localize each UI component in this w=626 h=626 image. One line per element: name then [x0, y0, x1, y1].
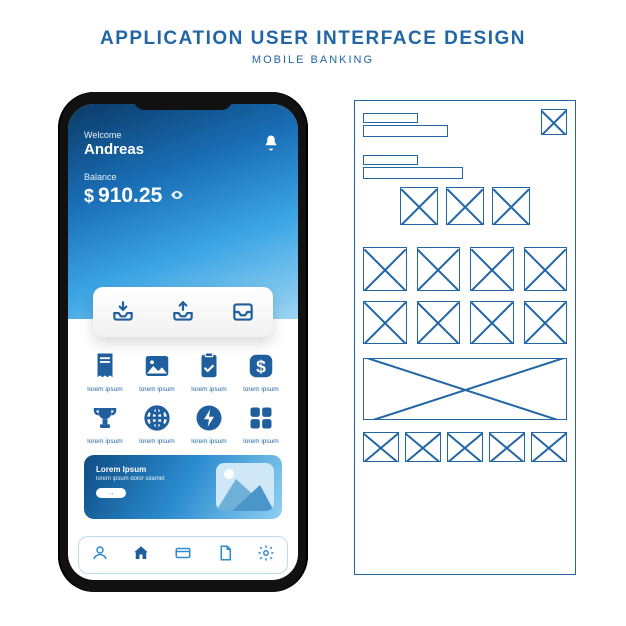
welcome-label: Welcome — [84, 130, 282, 140]
user-icon — [91, 544, 109, 562]
image-icon — [140, 349, 174, 383]
wire-tile — [417, 247, 461, 291]
bottom-nav — [78, 536, 288, 574]
tile-receipt[interactable]: lorem ipsum — [82, 349, 128, 393]
tile-label: lorem ipsum — [87, 438, 122, 445]
wire-tile — [363, 301, 407, 345]
wire-bell — [541, 109, 567, 135]
tile-trophy[interactable]: lorem ipsum — [82, 401, 128, 445]
tile-label: lorem ipsum — [191, 386, 226, 393]
gear-icon — [257, 544, 275, 562]
bell-icon[interactable] — [262, 134, 280, 157]
clipboard-icon — [192, 349, 226, 383]
globe-icon — [140, 401, 174, 435]
wire-banner — [363, 358, 567, 420]
wire-welcome — [363, 113, 418, 123]
wire-quick-1 — [400, 187, 438, 225]
wire-nav-item — [363, 432, 399, 462]
currency-symbol: $ — [84, 186, 94, 207]
inbox-icon[interactable] — [230, 299, 256, 325]
wire-nav — [363, 432, 567, 462]
tile-label: lorem ipsum — [139, 386, 174, 393]
nav-settings[interactable] — [257, 544, 275, 567]
nav-profile[interactable] — [91, 544, 109, 567]
wire-balance — [363, 167, 463, 179]
tray-up-icon[interactable] — [170, 299, 196, 325]
wire-tile — [524, 301, 568, 345]
page-subtitle: MOBILE BANKING — [0, 54, 626, 66]
wire-balance-label — [363, 155, 418, 165]
wire-tile — [417, 301, 461, 345]
wire-nav-item — [447, 432, 483, 462]
phone-frame: Welcome Andreas Balance $ 910.25 — [58, 92, 308, 592]
tile-apps[interactable]: lorem ipsum — [238, 401, 284, 445]
wire-nav-item — [405, 432, 441, 462]
wireframe-panel — [354, 100, 576, 575]
tray-down-icon[interactable] — [110, 299, 136, 325]
tile-label: lorem ipsum — [87, 386, 122, 393]
tile-dollar[interactable]: $ lorem ipsum — [238, 349, 284, 393]
wire-quick-3 — [492, 187, 530, 225]
wire-tile — [363, 247, 407, 291]
tile-clipboard[interactable]: lorem ipsum — [186, 349, 232, 393]
tile-label: lorem ipsum — [191, 438, 226, 445]
apps-icon — [244, 401, 278, 435]
balance-label: Balance — [84, 172, 282, 182]
bolt-icon — [192, 401, 226, 435]
banner-image — [216, 463, 274, 511]
tile-image[interactable]: lorem ipsum — [134, 349, 180, 393]
trophy-icon — [88, 401, 122, 435]
hero-header: Welcome Andreas Balance $ 910.25 — [68, 104, 298, 319]
wire-quick-actions — [363, 187, 567, 225]
balance-amount: 910.25 — [98, 184, 162, 208]
phone-screen: Welcome Andreas Balance $ 910.25 — [68, 104, 298, 580]
feature-grid: lorem ipsum lorem ipsum lorem ipsum — [82, 349, 284, 445]
wire-tile — [470, 247, 514, 291]
tile-label: lorem ipsum — [243, 438, 278, 445]
tile-label: lorem ipsum — [139, 438, 174, 445]
username: Andreas — [84, 141, 282, 158]
tile-label: lorem ipsum — [243, 386, 278, 393]
svg-text:$: $ — [256, 356, 266, 376]
wire-tile-grid — [363, 247, 567, 344]
banner-cta[interactable]: → — [96, 488, 126, 498]
promo-banner[interactable]: Lorem Ipsum lorem ipsum dolor sitamet → — [84, 455, 282, 519]
document-icon — [216, 544, 234, 562]
wire-quick-2 — [446, 187, 484, 225]
card-icon — [174, 544, 192, 562]
dollar-icon: $ — [244, 349, 278, 383]
page-title: APPLICATION USER INTERFACE DESIGN — [0, 0, 626, 50]
tile-globe[interactable]: lorem ipsum — [134, 401, 180, 445]
wire-username — [363, 125, 448, 137]
tile-bolt[interactable]: lorem ipsum — [186, 401, 232, 445]
arrow-right-icon: → — [108, 490, 115, 497]
nav-docs[interactable] — [216, 544, 234, 567]
quick-actions — [93, 287, 273, 337]
content-area: lorem ipsum lorem ipsum lorem ipsum — [68, 319, 298, 519]
wire-tile — [470, 301, 514, 345]
wire-nav-item — [489, 432, 525, 462]
wire-tile — [524, 247, 568, 291]
receipt-icon — [88, 349, 122, 383]
home-icon — [132, 544, 150, 562]
phone-notch — [133, 92, 233, 110]
eye-icon[interactable] — [170, 188, 184, 207]
nav-home[interactable] — [132, 544, 150, 567]
nav-cards[interactable] — [174, 544, 192, 567]
wire-nav-item — [531, 432, 567, 462]
